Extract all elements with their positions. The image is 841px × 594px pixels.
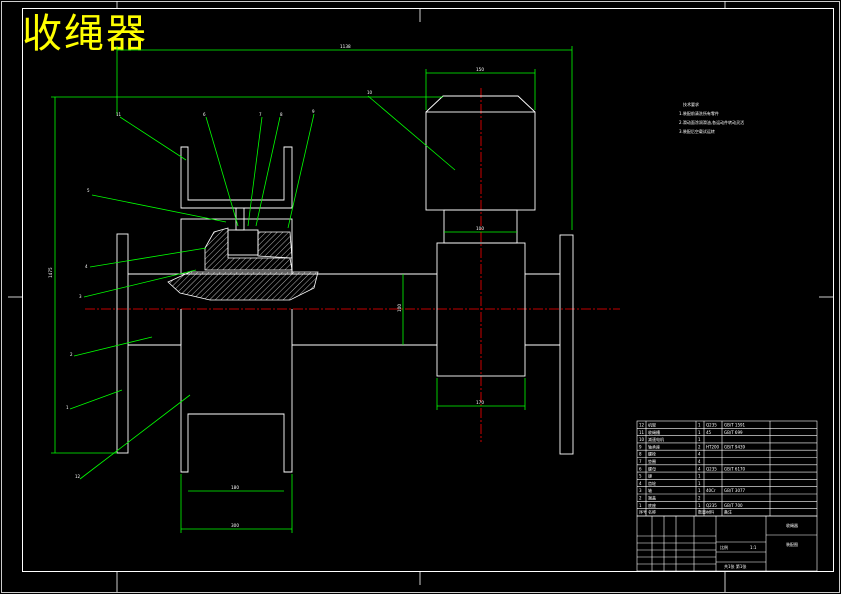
table-cell: 2 <box>698 496 701 501</box>
table-cell: GB/T 1591 <box>724 423 746 428</box>
table-cell: GB/T 3077 <box>724 488 746 493</box>
cad-drawing-canvas: 1138 150 100 170 180 300 1475 100 11 6 7… <box>1 1 840 593</box>
table-cell: 1 <box>698 474 701 479</box>
inner-border <box>22 8 834 572</box>
table-cell: 11 <box>639 430 645 435</box>
table-cell: 机架 <box>648 422 656 428</box>
part-label: 6 <box>203 112 206 117</box>
table-cell: 9 <box>639 444 642 449</box>
table-cell: GB/T 699 <box>724 430 743 435</box>
table-cell: 螺栓 <box>648 451 656 457</box>
table-cell: 轴 <box>648 487 652 493</box>
table-header-cell: 序号 <box>639 509 647 515</box>
table-cell: 轴承座 <box>648 443 660 449</box>
table-cell: 3 <box>639 488 642 493</box>
table-cell: 齿轮 <box>648 480 656 486</box>
part-label: 11 <box>116 112 122 117</box>
motor-body <box>425 111 536 211</box>
table-cell: 底座 <box>648 502 656 508</box>
title-block-sheet: 共1张 第1张 <box>724 563 746 569</box>
title-block-scale-label: 比例 <box>720 544 728 550</box>
table-cell: Q235 <box>706 503 717 508</box>
table-cell: 4 <box>698 466 701 471</box>
part-label: 12 <box>75 474 81 479</box>
table-cell: HT200 <box>706 444 720 449</box>
table-cell: Q235 <box>706 466 717 471</box>
title-block-name: 收绳器 <box>786 522 798 528</box>
table-cell: 键 <box>648 473 652 479</box>
table-cell: GB/T 6170 <box>724 466 746 471</box>
table-cell: 4 <box>698 459 701 464</box>
table-cell: 1 <box>639 503 642 508</box>
table-cell: Q235 <box>706 423 717 428</box>
dim-shaft-width: 100 <box>476 226 484 231</box>
table-cell: 1 <box>698 437 701 442</box>
table-cell: 4 <box>698 452 701 457</box>
tech-note: 1.装配前清洗所有零件 <box>679 110 719 116</box>
table-cell: 6 <box>639 466 642 471</box>
part-label: 4 <box>85 264 88 269</box>
title-block-assembly: 装配图 <box>786 541 798 547</box>
hatched-base <box>167 271 319 301</box>
table-cell: 1 <box>698 488 701 493</box>
table-cell: GB/T 700 <box>724 503 743 508</box>
table-cell: 1 <box>698 481 701 486</box>
table-cell: GB/T 9439 <box>724 444 746 449</box>
u-channel <box>180 146 293 209</box>
part-label: 2 <box>70 352 73 357</box>
table-cell: 7 <box>639 459 642 464</box>
table-cell: 2 <box>639 496 642 501</box>
table-cell: 40Cr <box>706 488 716 493</box>
table-cell: 4 <box>639 481 642 486</box>
centerlines <box>85 88 620 442</box>
hatched-pinion <box>257 231 293 259</box>
table-cell: 8 <box>639 452 642 457</box>
tech-notes: 技术要求 1.装配前清洗所有零件 2.滑动面涂润滑油,各运动件转动灵活 3.装配… <box>679 101 744 134</box>
dim-overall-width: 1138 <box>340 44 351 49</box>
table-cell: 减速电机 <box>648 436 664 442</box>
table-cell: 2 <box>698 444 701 449</box>
table-cell: 1 <box>698 430 701 435</box>
title-block-scale: 1:1 <box>750 545 757 550</box>
part-label: 7 <box>259 112 262 117</box>
table-cell: 5 <box>639 474 642 479</box>
dim-left-outer: 300 <box>231 523 239 528</box>
table-cell: 10 <box>639 437 645 442</box>
dim-motor-width: 150 <box>476 67 484 72</box>
tech-note: 3.装配后空载试运转 <box>679 128 715 134</box>
right-flange <box>559 234 574 455</box>
table-header-cell: 材料 <box>706 509 714 515</box>
part-label: 8 <box>280 112 283 117</box>
dim-left-height: 1475 <box>48 267 53 278</box>
part-label: 3 <box>79 294 82 299</box>
table-cell: 12 <box>639 423 645 428</box>
table-header-cell: 名称 <box>648 509 656 515</box>
table-cell: 螺母 <box>648 465 656 471</box>
part-label: 1 <box>66 405 69 410</box>
table-cell: 45 <box>706 430 712 435</box>
part-label: 9 <box>312 109 315 114</box>
tech-note: 2.滑动面涂润滑油,各运动件转动灵活 <box>679 119 744 125</box>
part-label: 5 <box>87 188 90 193</box>
table-cell: 1 <box>698 503 701 508</box>
table-cell: 垫圈 <box>648 458 656 464</box>
motor-top <box>425 95 536 113</box>
table-cell: 收绳槽 <box>648 429 660 435</box>
dim-left-inner: 180 <box>231 485 239 490</box>
tech-note: 技术要求 <box>683 101 699 107</box>
table-cell: 端盖 <box>648 495 656 501</box>
table-header-cell: 备注 <box>724 509 732 515</box>
table-header-cell: 数量 <box>698 509 706 515</box>
part-label: 10 <box>367 90 373 95</box>
table-cell: 1 <box>698 423 701 428</box>
dim-center-height: 100 <box>397 304 402 312</box>
dim-lower-block: 170 <box>476 400 484 405</box>
